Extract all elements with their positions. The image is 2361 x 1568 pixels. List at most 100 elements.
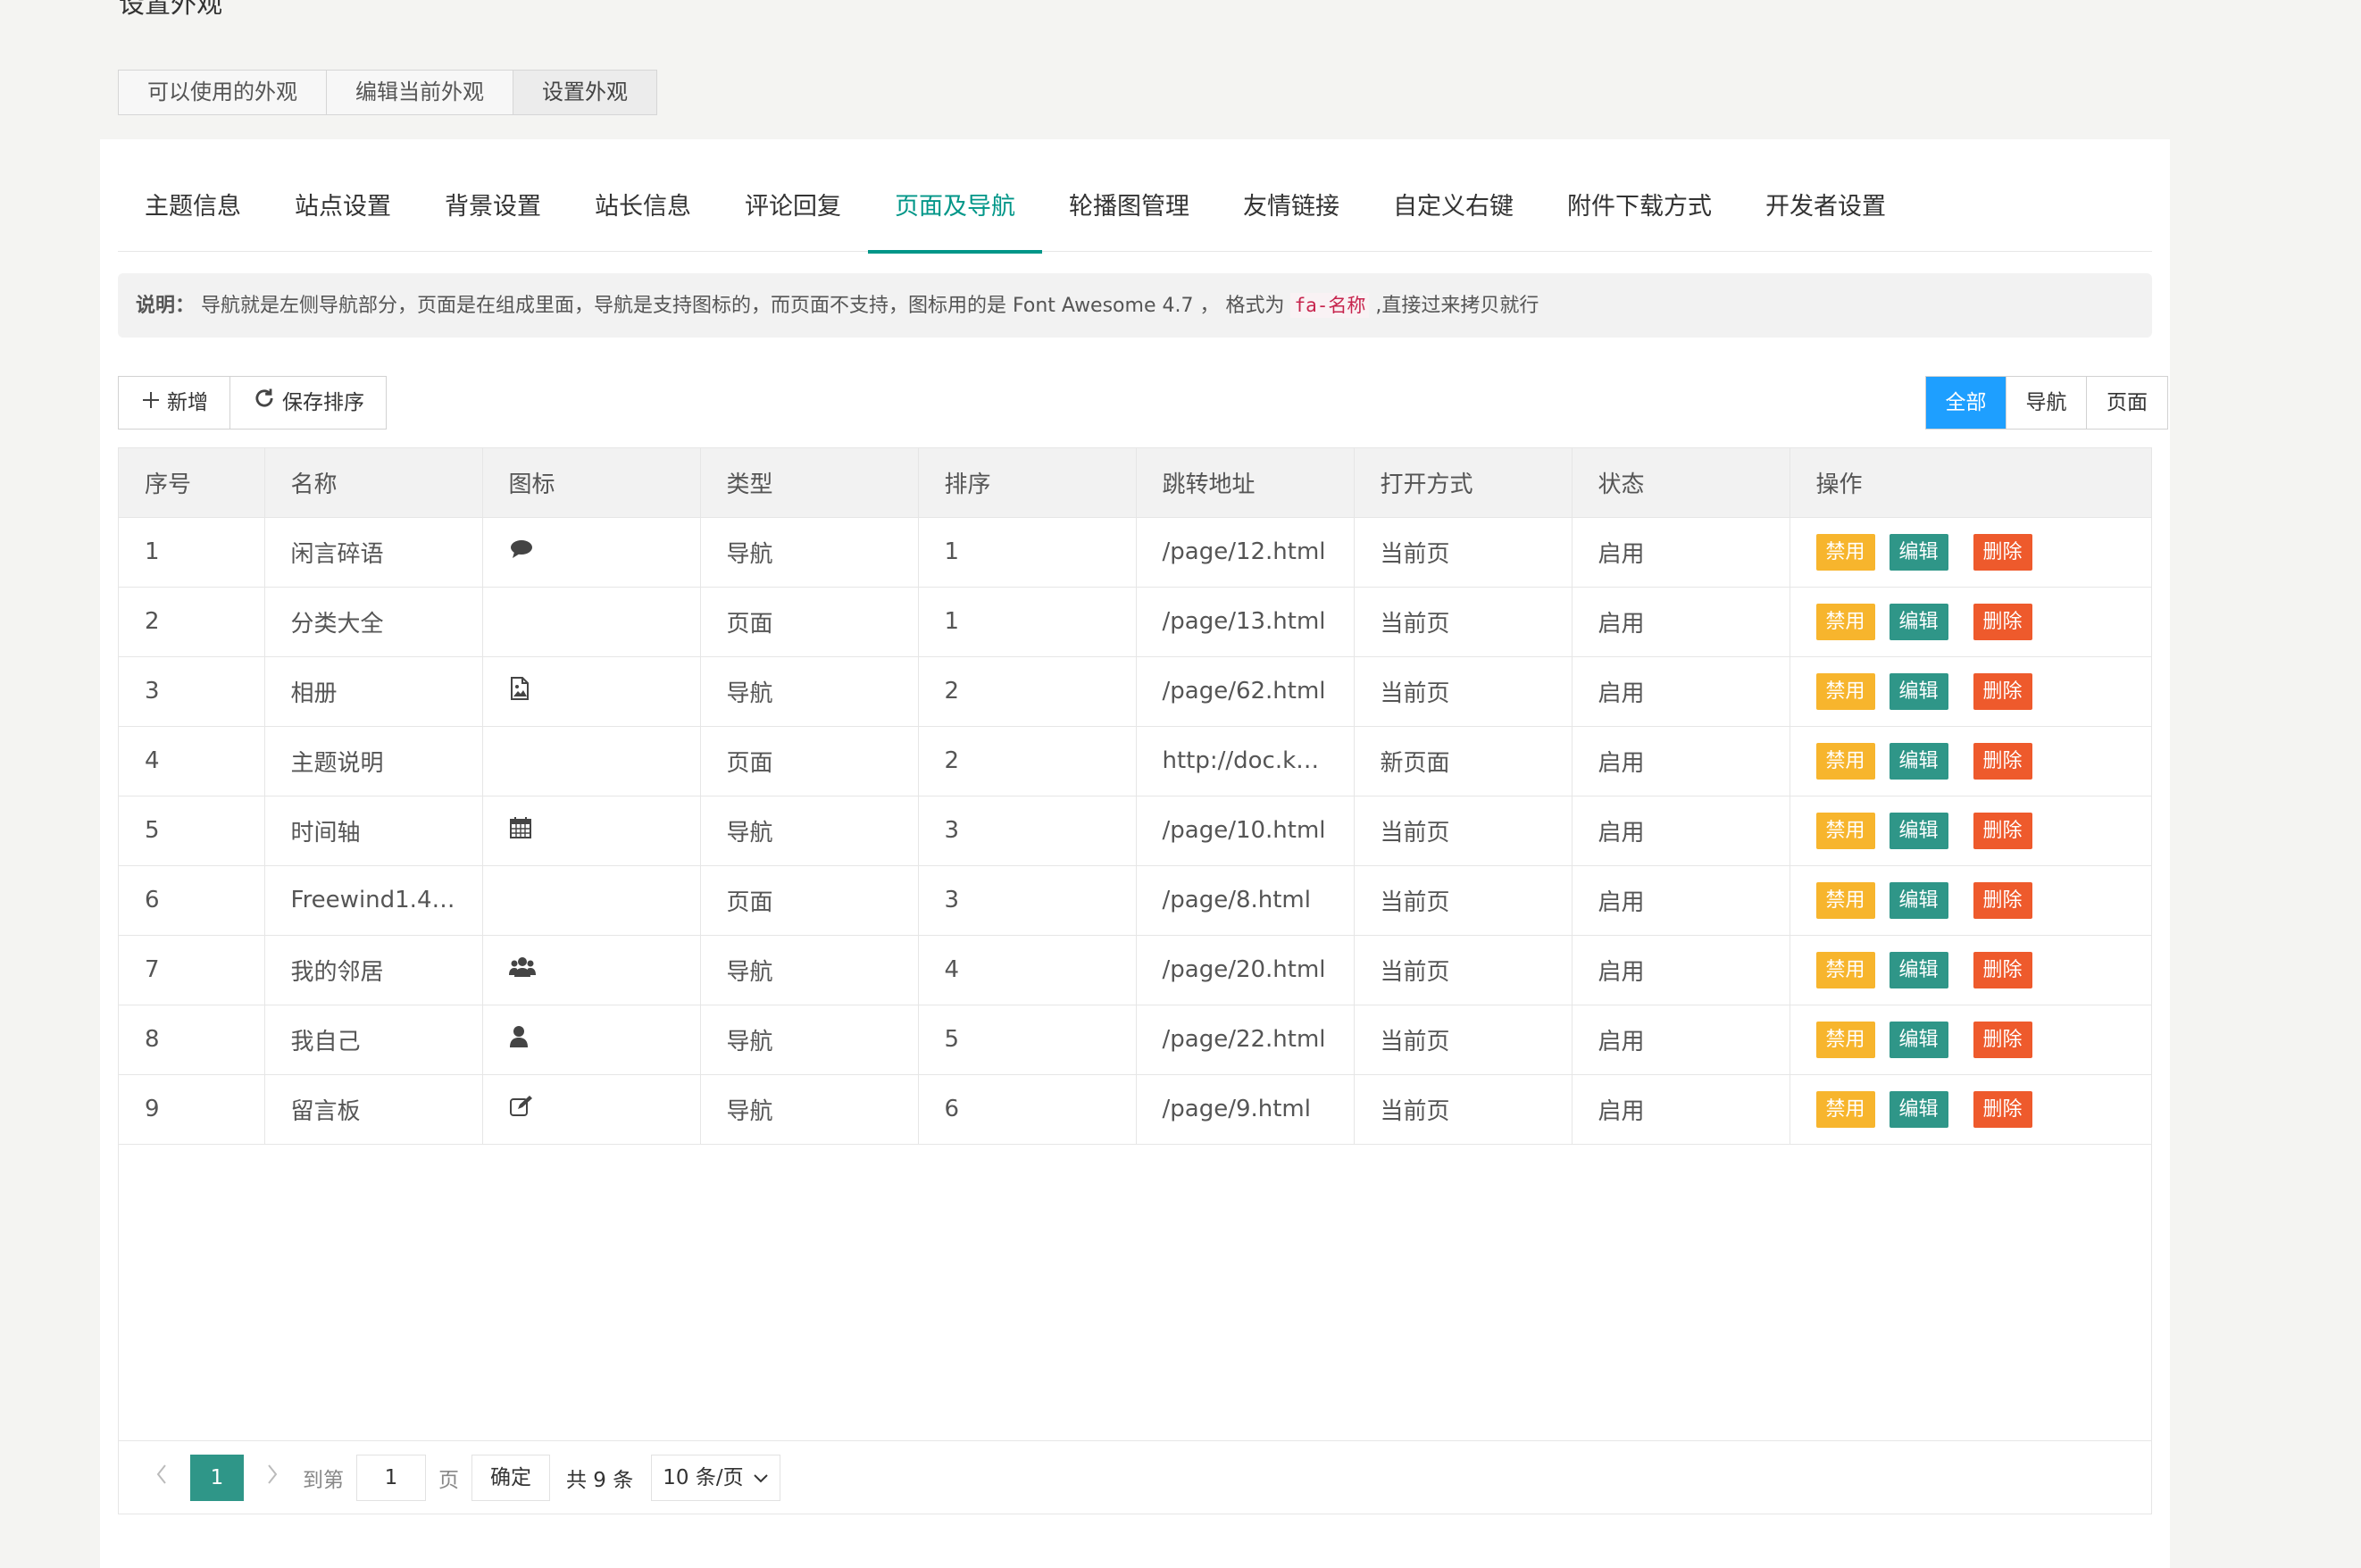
table-row: 6 Freewind1.4… 页面 3/page/8.html 当前页 启用 禁用 编辑 删除: [119, 865, 2151, 936]
user-icon: [509, 1025, 529, 1055]
disable-button[interactable]: 禁用: [1815, 1090, 1875, 1128]
tab-comment-reply[interactable]: 评论回复: [718, 170, 868, 252]
cell-status: 启用: [1572, 656, 1790, 727]
pages-table: 序号 名称 图标 类型 排序 跳转地址 打开方式 状态 操作 1 闲言碎语 导航 1/…: [118, 447, 2152, 1514]
tab-pages-navigation[interactable]: 页面及导航: [868, 170, 1042, 254]
cell-type: 导航: [700, 796, 919, 866]
refresh-icon: [252, 377, 277, 429]
notice-code: fa-名称: [1290, 293, 1370, 318]
cell-actions: 禁用 编辑 删除: [1790, 796, 2151, 866]
cell-type: 页面: [700, 726, 919, 797]
tab-attachment-download[interactable]: 附件下载方式: [1540, 170, 1739, 252]
goto-page-input[interactable]: 1: [356, 1454, 426, 1501]
cell-actions: 禁用 编辑 删除: [1790, 935, 2151, 1005]
tab-friend-links[interactable]: 友情链接: [1216, 170, 1366, 252]
disable-button[interactable]: 禁用: [1815, 603, 1875, 640]
filter-all-button[interactable]: 全部: [1926, 377, 2006, 429]
cell-type: 导航: [700, 1074, 919, 1145]
page-size-select[interactable]: 10 条/页: [651, 1454, 780, 1501]
cell-status: 启用: [1572, 935, 1790, 1005]
cell-actions: 禁用 编辑 删除: [1790, 1005, 2151, 1075]
tab-custom-context-menu[interactable]: 自定义右键: [1366, 170, 1540, 252]
next-page-icon[interactable]: [254, 1462, 290, 1493]
cell-type: 页面: [700, 865, 919, 936]
cell-sort: 2: [918, 656, 1137, 727]
edit-button[interactable]: 编辑: [1889, 881, 1948, 919]
cell-open-mode: 当前页: [1354, 1005, 1573, 1075]
top-tab-available-themes[interactable]: 可以使用的外观: [119, 71, 327, 114]
edit-button[interactable]: 编辑: [1889, 812, 1948, 849]
cell-type: 导航: [700, 656, 919, 727]
cell-type: 导航: [700, 517, 919, 588]
delete-button[interactable]: 删除: [1973, 742, 2032, 780]
add-button[interactable]: 新增: [119, 377, 230, 429]
edit-button[interactable]: 编辑: [1889, 951, 1948, 988]
chevron-down-icon: [753, 1455, 769, 1500]
disable-button[interactable]: 禁用: [1815, 812, 1875, 849]
table-row: 7 我的邻居 导航 4/page/20.html 当前页 启用 禁用 编辑 删除: [119, 935, 2151, 1005]
cell-icon: [482, 1074, 701, 1145]
prev-page-icon[interactable]: [144, 1462, 179, 1493]
edit-button[interactable]: 编辑: [1889, 533, 1948, 571]
disable-button[interactable]: 禁用: [1815, 1021, 1875, 1058]
delete-button[interactable]: 删除: [1973, 1090, 2032, 1128]
cell-name: 相册: [264, 656, 483, 727]
disable-button[interactable]: 禁用: [1815, 533, 1875, 571]
delete-button[interactable]: 删除: [1973, 533, 2032, 571]
disable-button[interactable]: 禁用: [1815, 672, 1875, 710]
users-icon: [508, 955, 536, 985]
top-tab-edit-theme[interactable]: 编辑当前外观: [327, 71, 513, 114]
cell-icon: [482, 935, 701, 1005]
edit-button[interactable]: 编辑: [1889, 603, 1948, 640]
delete-button[interactable]: 删除: [1973, 603, 2032, 640]
cell-name: 留言板: [264, 1074, 483, 1145]
tab-theme-info[interactable]: 主题信息: [118, 170, 268, 252]
delete-button[interactable]: 删除: [1973, 1021, 2032, 1058]
filter-page-button[interactable]: 页面: [2087, 377, 2167, 429]
cell-url: /page/22.html: [1136, 1005, 1355, 1075]
toolbar: 新增 保存排序: [118, 376, 387, 430]
cell-open-mode: 新页面: [1354, 726, 1573, 797]
edit-button[interactable]: 编辑: [1889, 672, 1948, 710]
edit-button[interactable]: 编辑: [1889, 742, 1948, 780]
cell-icon: [482, 726, 701, 797]
cell-status: 启用: [1572, 517, 1790, 588]
cell-status: 启用: [1572, 587, 1790, 657]
edit-button[interactable]: 编辑: [1889, 1021, 1948, 1058]
cell-sort: 6: [918, 1074, 1137, 1145]
cell-sort: 4: [918, 935, 1137, 1005]
col-header-open-mode: 打开方式: [1354, 448, 1573, 518]
cell-status: 启用: [1572, 1074, 1790, 1145]
delete-button[interactable]: 删除: [1973, 812, 2032, 849]
cell-no: 8: [119, 1005, 265, 1075]
disable-button[interactable]: 禁用: [1815, 742, 1875, 780]
tab-owner-info[interactable]: 站长信息: [568, 170, 718, 252]
edit-button[interactable]: 编辑: [1889, 1090, 1948, 1128]
save-sort-button[interactable]: 保存排序: [230, 377, 386, 429]
cell-no: 7: [119, 935, 265, 1005]
cell-actions: 禁用 编辑 删除: [1790, 865, 2151, 936]
plus-icon: [140, 377, 162, 429]
notice-box: 说明： 导航就是左侧导航部分，页面是在组成里面，导航是支持图标的，而页面不支持，…: [118, 273, 2152, 338]
cell-actions: 禁用 编辑 删除: [1790, 726, 2151, 797]
filter-nav-button[interactable]: 导航: [2006, 377, 2087, 429]
disable-button[interactable]: 禁用: [1815, 951, 1875, 988]
cell-actions: 禁用 编辑 删除: [1790, 656, 2151, 727]
cell-url: /page/10.html: [1136, 796, 1355, 866]
delete-button[interactable]: 删除: [1973, 951, 2032, 988]
cell-no: 5: [119, 796, 265, 866]
cell-icon: [482, 865, 701, 936]
tab-developer-settings[interactable]: 开发者设置: [1739, 170, 1913, 252]
cell-url: /page/12.html: [1136, 517, 1355, 588]
tab-carousel[interactable]: 轮播图管理: [1042, 170, 1216, 252]
cell-open-mode: 当前页: [1354, 517, 1573, 588]
goto-confirm-button[interactable]: 确定: [471, 1454, 550, 1501]
top-tab-theme-settings[interactable]: 设置外观: [513, 71, 656, 114]
tab-background-settings[interactable]: 背景设置: [418, 170, 568, 252]
delete-button[interactable]: 删除: [1973, 672, 2032, 710]
delete-button[interactable]: 删除: [1973, 881, 2032, 919]
cell-name: 主题说明: [264, 726, 483, 797]
disable-button[interactable]: 禁用: [1815, 881, 1875, 919]
tab-site-settings[interactable]: 站点设置: [268, 170, 418, 252]
current-page[interactable]: 1: [190, 1454, 244, 1501]
